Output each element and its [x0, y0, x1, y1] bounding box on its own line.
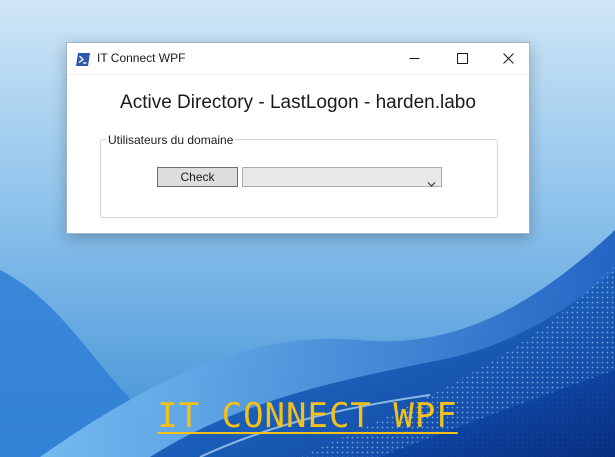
window-title: IT Connect WPF	[97, 51, 186, 65]
users-combobox[interactable]	[242, 167, 442, 187]
maximize-button[interactable]	[439, 43, 485, 74]
powershell-icon	[76, 51, 90, 66]
banner-text: IT CONNECT WPF	[157, 396, 458, 436]
groupbox-label: Utilisateurs du domaine	[106, 133, 236, 147]
close-icon	[502, 53, 514, 64]
maximize-icon	[456, 53, 468, 64]
close-button[interactable]	[485, 43, 531, 74]
chevron-down-icon	[427, 173, 436, 187]
check-button[interactable]: Check	[157, 167, 238, 187]
title-bar[interactable]: IT Connect WPF	[67, 43, 529, 75]
minimize-icon	[409, 58, 419, 59]
app-window: IT Connect WPF Active Directory - LastLo…	[66, 42, 530, 234]
page-heading: Active Directory - LastLogon - harden.la…	[120, 92, 476, 113]
minimize-button[interactable]	[391, 43, 437, 74]
